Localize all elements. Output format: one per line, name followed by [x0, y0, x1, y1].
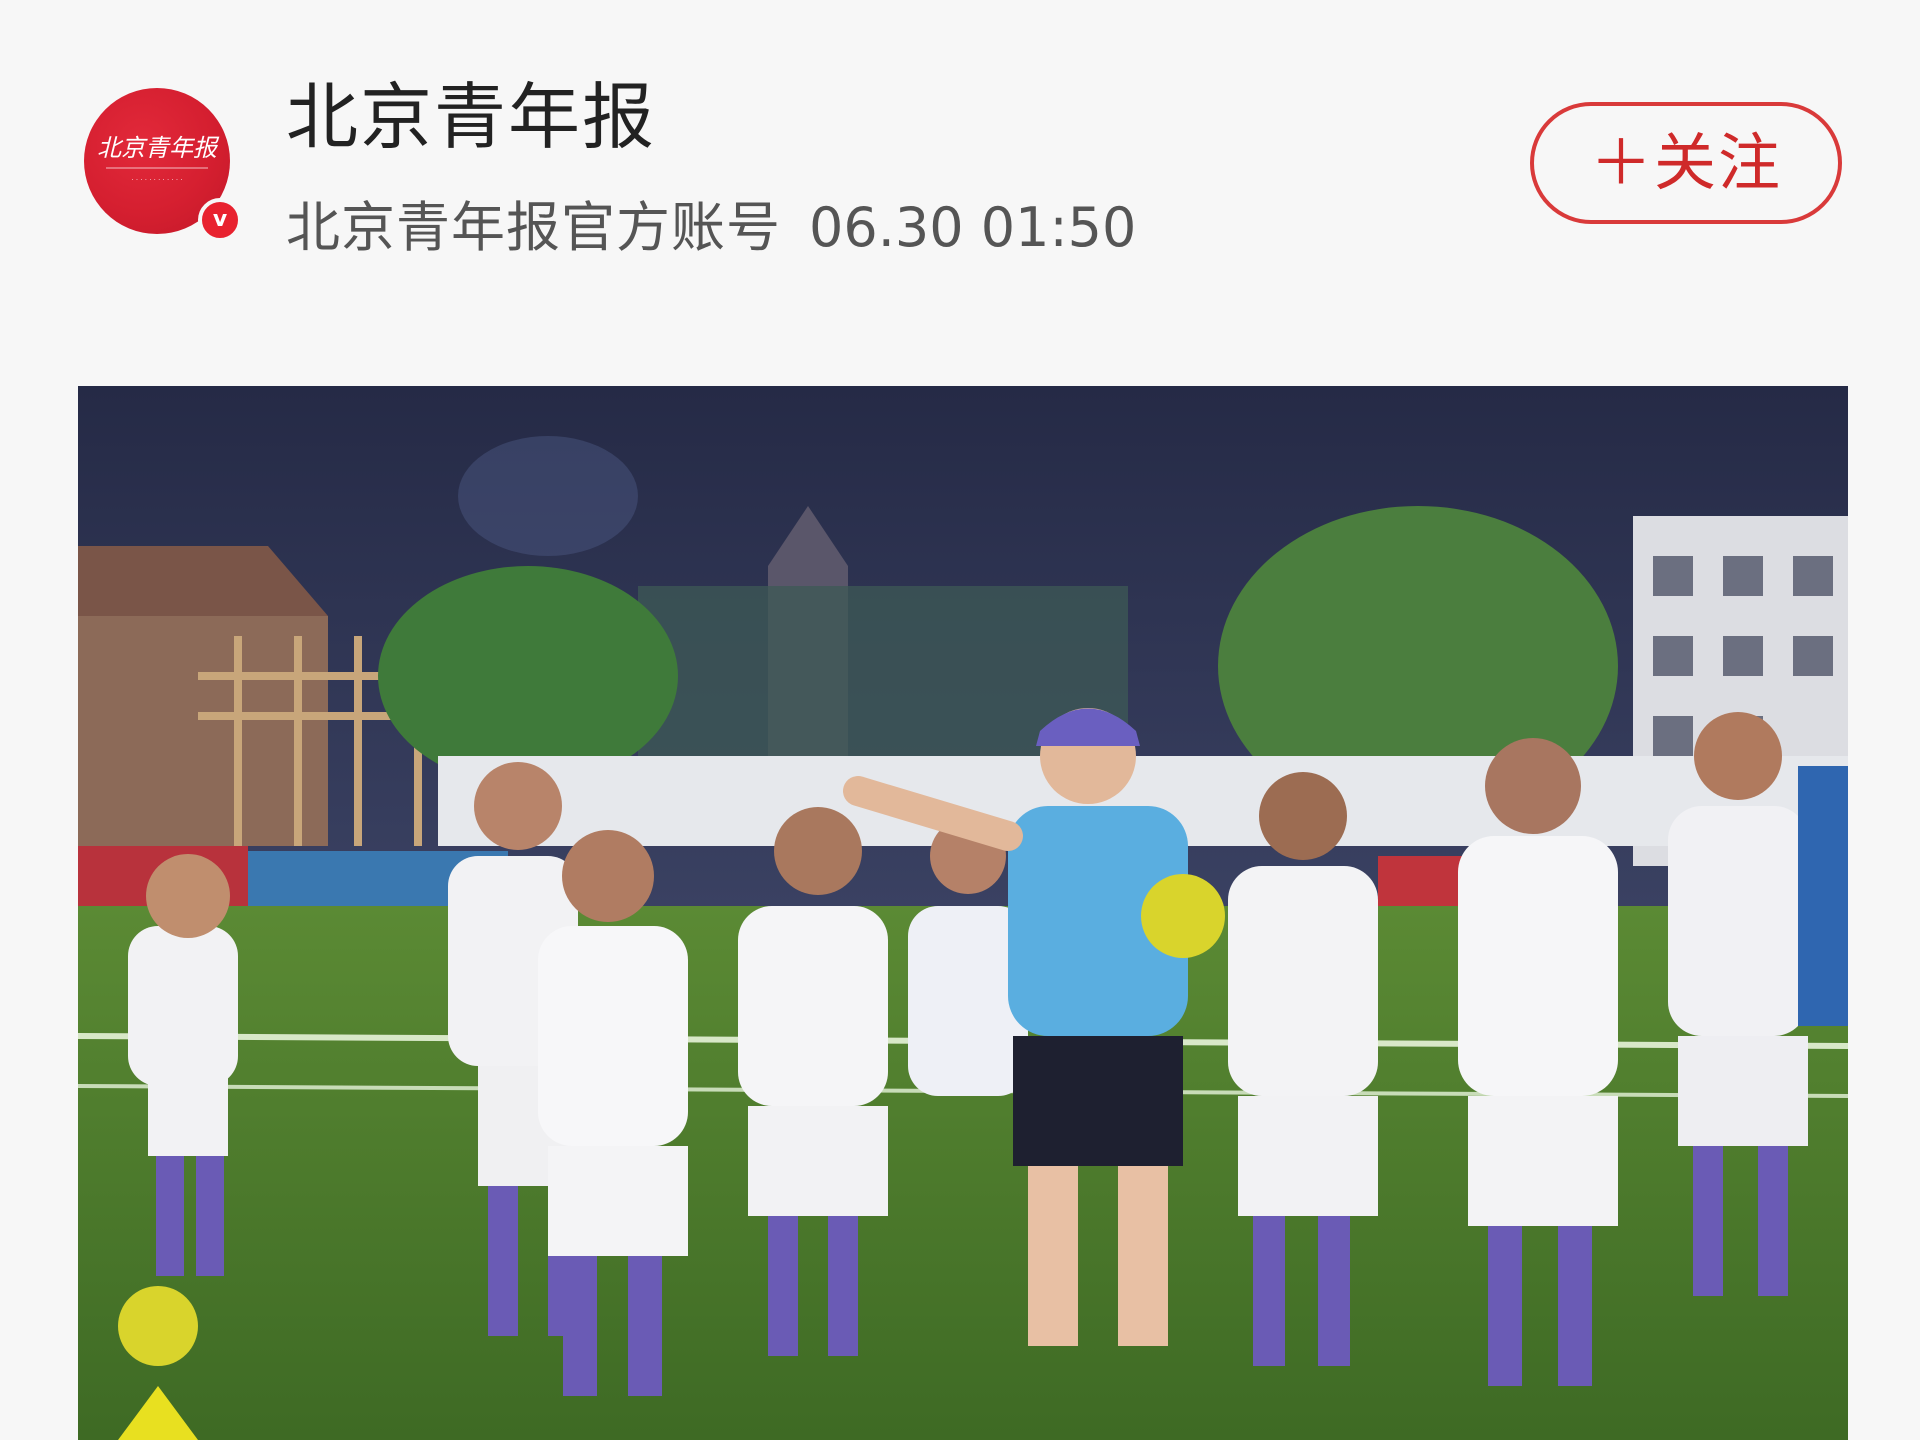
post-timestamp: 06.30 01:50 [809, 196, 1137, 259]
account-description: 北京青年报官方账号 [286, 196, 781, 259]
avatar-logo-text: 北京青年报 [97, 134, 220, 162]
post-page: 北京青年报 · · · · · · · · · · · · v 北京青年报 北京… [0, 0, 1920, 1440]
account-name[interactable]: 北京青年报 [286, 72, 656, 162]
photo-youth-football-team-coach [78, 386, 1848, 1440]
post-meta: 北京青年报官方账号 06.30 01:50 [286, 192, 1136, 264]
svg-text:· · · · · · · · · · · ·: · · · · · · · · · · · · [131, 176, 182, 184]
follow-button[interactable]: ＋关注 [1530, 102, 1842, 224]
football-icon [118, 1286, 198, 1366]
verified-badge: v [198, 198, 242, 242]
article-photo[interactable] [78, 386, 1848, 1440]
